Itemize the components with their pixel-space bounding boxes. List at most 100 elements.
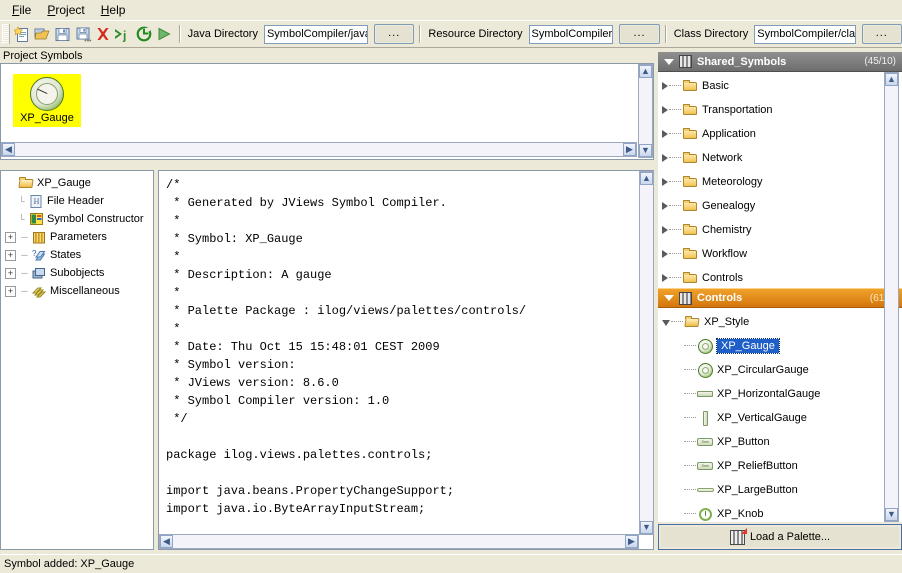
- chevron-right-icon[interactable]: [662, 202, 668, 210]
- scroll-up-arrow[interactable]: ▲: [885, 73, 898, 86]
- palette-item-xp-verticalgauge[interactable]: XP_VerticalGauge: [658, 406, 902, 430]
- tree-node-subobjects[interactable]: + ─ Subobjects: [1, 264, 153, 282]
- chevron-right-icon[interactable]: [662, 274, 668, 282]
- palette-section-shared-symbols-header[interactable]: Shared_Symbols (45/10): [658, 52, 902, 72]
- load-palette-button[interactable]: Load a Palette...: [658, 524, 902, 550]
- palette-item-label: XP_Gauge: [717, 339, 779, 353]
- palette-folder-controls[interactable]: Controls: [658, 266, 902, 288]
- generate-java-icon[interactable]: j: [113, 23, 133, 45]
- class-directory-browse-button[interactable]: ...: [862, 24, 902, 44]
- tree-node-miscellaneous[interactable]: + ─ Miscellaneous: [1, 282, 153, 300]
- class-directory-input[interactable]: SymbolCompiler/class: [754, 25, 855, 44]
- save-icon[interactable]: [53, 23, 73, 45]
- palette-item-xp-horizontalgauge[interactable]: XP_HorizontalGauge: [658, 382, 902, 406]
- palette-folder-workflow[interactable]: Workflow: [658, 242, 902, 266]
- project-symbols-vscrollbar[interactable]: ▲ ▼: [638, 64, 653, 158]
- scroll-down-arrow[interactable]: ▼: [639, 144, 652, 157]
- tree-expander-miscellaneous[interactable]: +: [5, 286, 16, 297]
- palette-section-controls-header[interactable]: Controls (61/8): [658, 288, 902, 308]
- chevron-right-icon[interactable]: [662, 226, 668, 234]
- tree-node-label: Miscellaneous: [50, 285, 120, 297]
- palette-folder-meteorology[interactable]: Meteorology: [658, 170, 902, 194]
- palette-shared-symbols-body[interactable]: Basic Transportation Application Network: [658, 72, 902, 288]
- scroll-up-arrow[interactable]: ▲: [639, 65, 652, 78]
- delete-icon[interactable]: [93, 23, 113, 45]
- toolbar-separator-3: [665, 25, 667, 43]
- code-editor-viewport[interactable]: /* * Generated by JViews Symbol Compiler…: [160, 172, 637, 533]
- tree-node-symbol-constructor[interactable]: └ Symbol Constructor: [1, 210, 153, 228]
- code-editor-panel: /* * Generated by JViews Symbol Compiler…: [158, 170, 654, 550]
- scroll-right-arrow[interactable]: ▶: [625, 535, 638, 548]
- chevron-right-icon[interactable]: [662, 82, 668, 90]
- palette-item-xp-circulargauge[interactable]: XP_CircularGauge: [658, 358, 902, 382]
- chevron-right-icon[interactable]: [662, 130, 668, 138]
- palette-controls-body[interactable]: XP_Style XP_Gauge XP_CircularGauge XP_Ho…: [658, 308, 902, 522]
- scroll-left-arrow[interactable]: ◀: [160, 535, 173, 548]
- java-directory-browse-button[interactable]: ...: [374, 24, 414, 44]
- symbol-structure-tree[interactable]: XP_Gauge └ H File Header └ Symbol Constr…: [0, 170, 154, 550]
- java-directory-input[interactable]: SymbolCompiler/java: [264, 25, 368, 44]
- code-editor-hscrollbar[interactable]: ◀ ▶: [159, 534, 639, 549]
- menu-help-rest: elp: [109, 3, 125, 17]
- tree-expander-parameters[interactable]: +: [5, 232, 16, 243]
- tree-node-file-header[interactable]: └ H File Header: [1, 192, 153, 210]
- palette-folder-transportation[interactable]: Transportation: [658, 98, 902, 122]
- palette-folder-basic[interactable]: Basic: [658, 74, 902, 98]
- tree-node-root[interactable]: XP_Gauge: [1, 174, 153, 192]
- palette-item-xp-gauge[interactable]: XP_Gauge: [658, 334, 902, 358]
- scroll-down-arrow[interactable]: ▼: [885, 508, 898, 521]
- palette-item-xp-reliefbutton[interactable]: Text XP_ReliefButton: [658, 454, 902, 478]
- save-as-icon[interactable]: [73, 23, 93, 45]
- tree-node-parameters[interactable]: + ─ Parameters: [1, 228, 153, 246]
- svg-text:j: j: [122, 28, 126, 42]
- palette-folder-network[interactable]: Network: [658, 146, 902, 170]
- resource-directory-browse-button[interactable]: ...: [619, 24, 659, 44]
- tree-branch-line: └: [15, 196, 28, 206]
- symbol-tile-xp-gauge[interactable]: XP_Gauge: [13, 74, 81, 127]
- palette-folder-genealogy[interactable]: Genealogy: [658, 194, 902, 218]
- code-editor-text[interactable]: /* * Generated by JViews Symbol Compiler…: [166, 176, 637, 518]
- tree-connector: [684, 489, 696, 491]
- palette-icon: [679, 292, 692, 305]
- menu-help[interactable]: Help: [93, 1, 134, 19]
- run-icon[interactable]: [154, 23, 174, 45]
- palette-folder-label: Controls: [702, 272, 743, 284]
- menu-project[interactable]: Project: [39, 1, 92, 19]
- chevron-right-icon[interactable]: [662, 250, 668, 258]
- project-symbols-hscrollbar[interactable]: ◀ ▶: [1, 142, 637, 157]
- scroll-down-arrow[interactable]: ▼: [640, 521, 653, 534]
- toolbar-grip[interactable]: [2, 24, 10, 44]
- tree-connector: [684, 465, 696, 467]
- menu-file[interactable]: File: [4, 1, 39, 19]
- chevron-right-icon[interactable]: [662, 154, 668, 162]
- tree-node-label: Subobjects: [50, 267, 104, 279]
- states-icon: ?: [31, 248, 47, 263]
- chevron-down-icon[interactable]: [662, 320, 670, 326]
- tree-root-label: XP_Gauge: [37, 177, 91, 189]
- new-symbol-icon[interactable]: [13, 23, 33, 45]
- file-header-icon: H: [28, 194, 44, 209]
- scroll-up-arrow[interactable]: ▲: [640, 172, 653, 185]
- palette-folder-chemistry[interactable]: Chemistry: [658, 218, 902, 242]
- scroll-right-arrow[interactable]: ▶: [623, 143, 636, 156]
- tree-connector: [684, 441, 696, 443]
- resource-directory-input[interactable]: SymbolCompiler/r: [529, 25, 614, 44]
- palette-folder-application[interactable]: Application: [658, 122, 902, 146]
- palette-item-label: XP_CircularGauge: [717, 364, 809, 376]
- open-folder-icon[interactable]: [33, 23, 53, 45]
- chevron-right-icon[interactable]: [662, 106, 668, 114]
- scroll-left-arrow[interactable]: ◀: [2, 143, 15, 156]
- palette-group-xp-style[interactable]: XP_Style: [658, 310, 902, 334]
- code-editor-vscrollbar[interactable]: ▲ ▼: [639, 171, 654, 535]
- tree-node-states[interactable]: + ─ ? States: [1, 246, 153, 264]
- chevron-right-icon[interactable]: [662, 178, 668, 186]
- gauge-icon: [696, 338, 714, 354]
- palette-item-label: XP_Button: [717, 436, 770, 448]
- palette-item-xp-knob[interactable]: XP_Knob: [658, 502, 902, 522]
- tree-expander-subobjects[interactable]: +: [5, 268, 16, 279]
- palette-item-xp-button[interactable]: Text XP_Button: [658, 430, 902, 454]
- palette-item-xp-largebutton[interactable]: XP_LargeButton: [658, 478, 902, 502]
- compile-icon[interactable]: [133, 23, 153, 45]
- tree-expander-states[interactable]: +: [5, 250, 16, 261]
- palette-vscrollbar[interactable]: ▲ ▼: [884, 72, 899, 522]
